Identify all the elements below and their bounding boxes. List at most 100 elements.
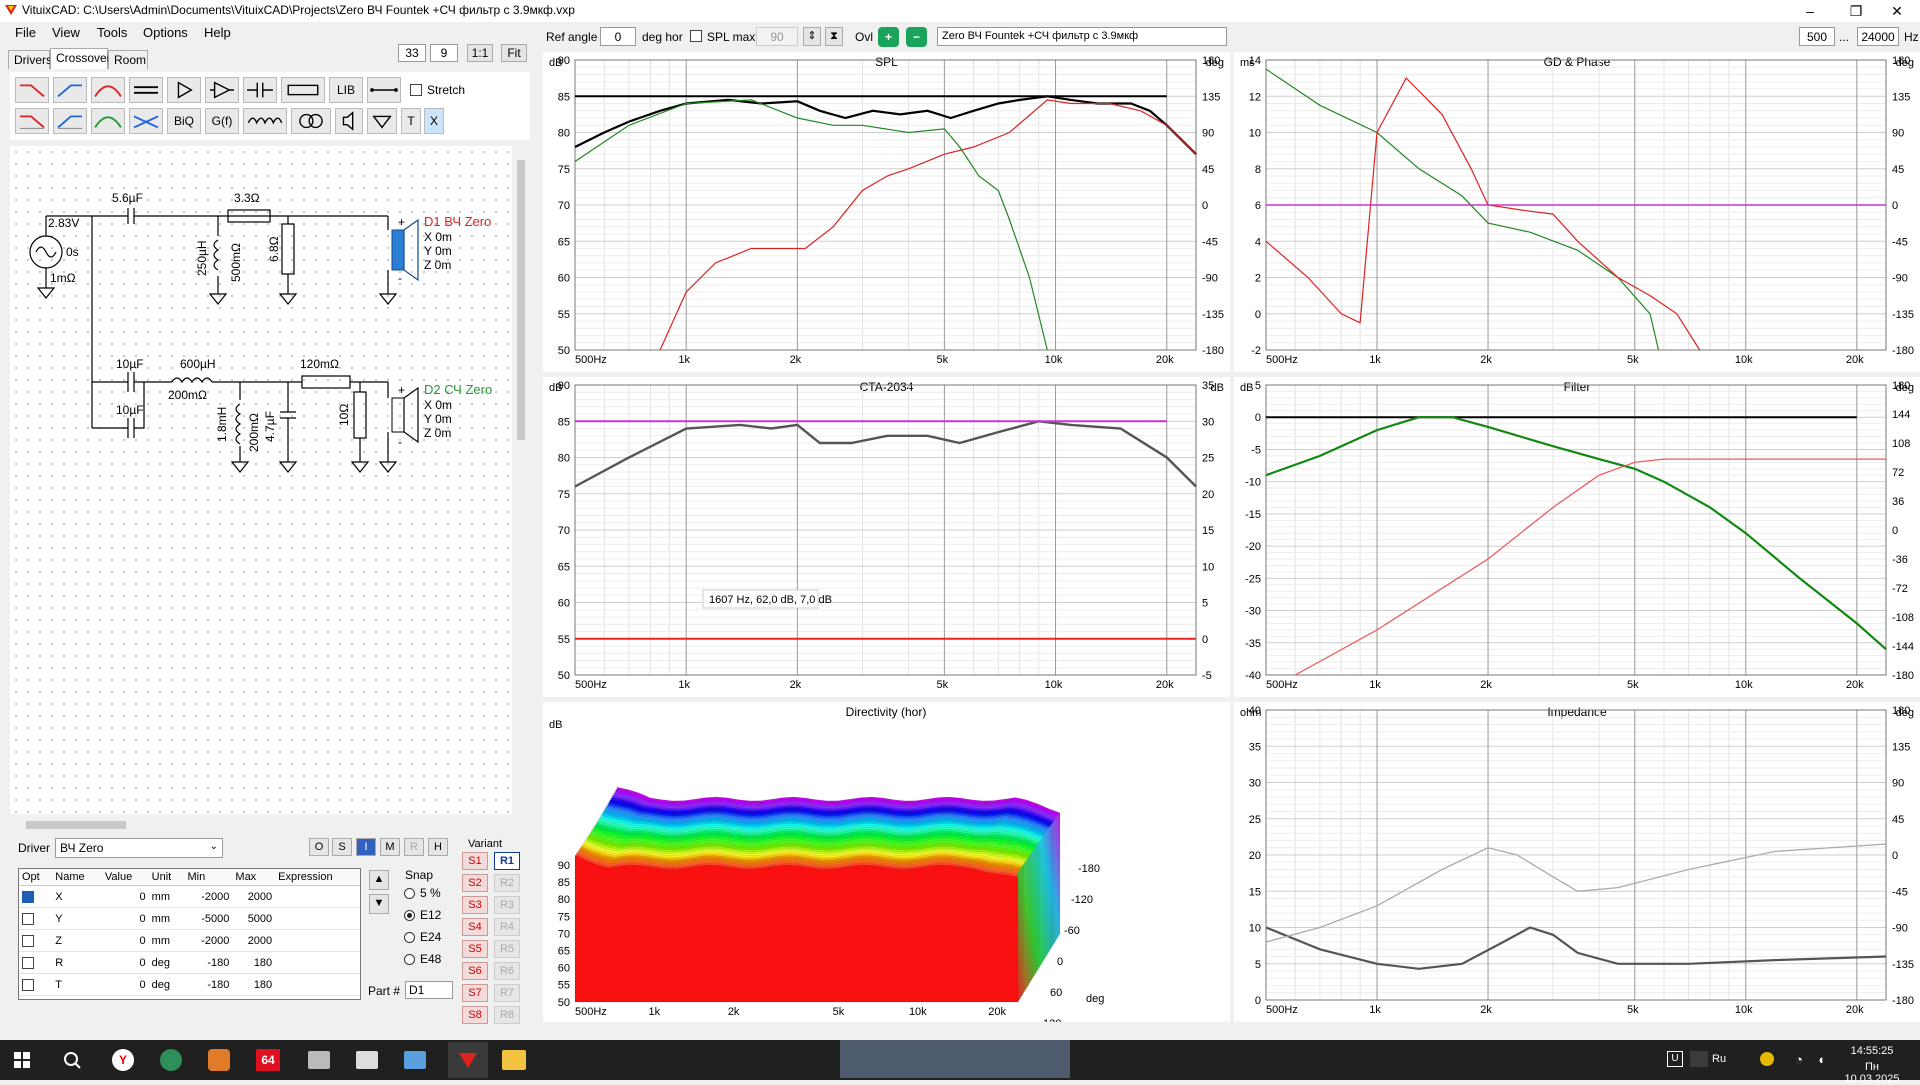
language-indicator[interactable]: Ru <box>1712 1053 1726 1065</box>
param-expression[interactable] <box>275 929 360 952</box>
menu-tools[interactable]: Tools <box>97 25 127 40</box>
menu-view[interactable]: View <box>52 25 80 40</box>
windows-start-icon[interactable] <box>14 1052 30 1068</box>
nvidia-tray-icon[interactable] <box>1690 1051 1708 1067</box>
param-value[interactable]: 0 <box>101 907 149 930</box>
lowpass-2-icon[interactable] <box>15 108 49 134</box>
param-value[interactable]: 0 <box>101 973 149 996</box>
spl-collapse-icon[interactable]: ⧗ <box>825 27 843 46</box>
view-i-button[interactable]: I <box>356 838 376 856</box>
schematic-hscrollbar[interactable] <box>10 818 512 832</box>
freq-max-input[interactable]: 24000 <box>1857 27 1899 46</box>
param-value[interactable]: 0 <box>101 929 149 952</box>
delete-tool-button[interactable]: X <box>424 108 444 134</box>
view-r-button[interactable]: R <box>404 838 424 856</box>
tab-crossover[interactable]: Crossover <box>50 48 111 69</box>
ref-angle-input[interactable]: 0 <box>600 27 636 46</box>
vituixcad-taskbar-button[interactable] <box>448 1042 488 1078</box>
minimize-button[interactable]: – <box>1787 0 1833 22</box>
move-up-button[interactable]: ▲ <box>369 870 389 890</box>
opt-checkbox[interactable] <box>22 890 34 903</box>
driver-select[interactable]: ВЧ Zero ⌄ <box>55 838 223 858</box>
maximize-button[interactable]: ❐ <box>1833 0 1879 22</box>
gd-phase-chart-panel[interactable]: GD & Phase ms deg 14 180 135 90 45 0 -45 -90 -135 -1… <box>1234 52 1920 372</box>
variant-s3-button[interactable]: S3 <box>462 896 488 914</box>
close-button[interactable]: ✕ <box>1874 0 1920 22</box>
param-min[interactable]: -180 <box>184 973 233 996</box>
snap-option-e48[interactable]: E48 <box>404 952 441 966</box>
add-overlay-icon[interactable]: + <box>878 27 899 47</box>
spl-up-down-icon[interactable]: ⇕ <box>803 27 821 46</box>
table-row[interactable]: Y 0 mm -5000 5000 <box>19 907 360 930</box>
inductor-tool-icon[interactable] <box>243 108 287 134</box>
wire-tool-icon[interactable] <box>367 77 401 103</box>
zoom-value-b[interactable]: 9 <box>430 44 458 62</box>
amplifier-icon[interactable] <box>167 77 201 103</box>
spl-chart-panel[interactable]: SPL dB deg 90 180 135 90 45 0 -45 -90 -135 -180 85 80 7… <box>543 52 1230 372</box>
buffer-icon[interactable] <box>205 77 239 103</box>
drive-app-icon[interactable] <box>308 1051 330 1069</box>
stretch-checkbox[interactable] <box>410 84 422 96</box>
biquad-button[interactable]: BiQ <box>167 108 201 134</box>
zoom-fit-button[interactable]: Fit <box>501 44 527 62</box>
clock-date[interactable]: Пн 10.03.2025 <box>1837 1061 1907 1085</box>
menu-help[interactable]: Help <box>204 25 231 40</box>
menu-file[interactable]: File <box>15 25 36 40</box>
param-max[interactable]: 2000 <box>232 885 276 908</box>
remote-app-icon[interactable] <box>404 1051 426 1069</box>
table-row[interactable]: R 0 deg -180 180 <box>19 951 360 974</box>
allpass-icon[interactable] <box>129 77 163 103</box>
remove-overlay-icon[interactable]: − <box>906 27 927 47</box>
variant-s8-button[interactable]: S8 <box>462 1006 488 1024</box>
browser-app-icon[interactable] <box>160 1049 182 1071</box>
param-expression[interactable] <box>275 885 360 908</box>
spl-max-checkbox[interactable] <box>690 30 702 42</box>
search-icon[interactable] <box>62 1050 82 1070</box>
snap-option-e24[interactable]: E24 <box>404 930 441 944</box>
u-tray-icon[interactable]: U <box>1667 1051 1683 1067</box>
ground-tool-icon[interactable] <box>367 108 397 134</box>
transformer-icon[interactable] <box>291 108 331 134</box>
view-o-button[interactable]: O <box>309 838 329 856</box>
variant-r6-button[interactable]: R6 <box>494 962 520 980</box>
table-row[interactable]: Z 0 mm -2000 2000 <box>19 929 360 952</box>
schematic-vscrollbar[interactable] <box>515 146 527 812</box>
tab-room[interactable]: Room <box>108 50 148 69</box>
crossover-icon[interactable] <box>129 108 163 134</box>
spl-max-input[interactable]: 90 <box>756 27 798 46</box>
variant-s7-button[interactable]: S7 <box>462 984 488 1002</box>
variant-r2-button[interactable]: R2 <box>494 874 520 892</box>
table-row[interactable]: T 0 deg -180 180 <box>19 973 360 996</box>
opt-checkbox[interactable] <box>22 956 34 969</box>
file-explorer-icon[interactable] <box>502 1050 526 1070</box>
highpass-2-icon[interactable] <box>53 108 87 134</box>
variant-s6-button[interactable]: S6 <box>462 962 488 980</box>
tab-drivers[interactable]: Drivers <box>8 50 52 69</box>
variant-r5-button[interactable]: R5 <box>494 940 520 958</box>
impedance-chart-panel[interactable]: Impedance ohm deg 40 180 135 90 45 0 -45 -90 -135 -1… <box>1234 702 1920 1022</box>
highpass-icon[interactable] <box>53 77 87 103</box>
variant-s4-button[interactable]: S4 <box>462 918 488 936</box>
window-thumbnails[interactable] <box>840 1040 1070 1078</box>
variant-r8-button[interactable]: R8 <box>494 1006 520 1024</box>
clock-time[interactable]: 14:55:25 <box>1837 1045 1907 1057</box>
freq-min-input[interactable]: 500 <box>1799 27 1835 46</box>
snap-option-5pct[interactable]: 5 % <box>404 886 441 900</box>
param-expression[interactable] <box>275 951 360 974</box>
part-input[interactable]: D1 <box>405 981 453 999</box>
table-row[interactable]: X 0 mm -2000 2000 <box>19 885 360 908</box>
directivity-chart-panel[interactable]: Directivity (hor) dB 90 85 80 75 70 65 60 55 50 500… <box>543 702 1230 1061</box>
param-max[interactable]: 5000 <box>232 907 276 930</box>
speaker-tool-icon[interactable] <box>335 108 363 134</box>
tray-app-icon[interactable] <box>1760 1052 1774 1066</box>
variant-r4-button[interactable]: R4 <box>494 918 520 936</box>
menu-options[interactable]: Options <box>143 25 188 40</box>
schematic-vscroll-thumb[interactable] <box>517 160 525 440</box>
bandpass-2-icon[interactable] <box>91 108 125 134</box>
title-bar[interactable]: VituixCAD: C:\Users\Admin\Documents\Vitu… <box>0 0 1920 22</box>
settings-app-icon[interactable] <box>208 1049 230 1071</box>
param-min[interactable]: -180 <box>184 951 233 974</box>
param-max[interactable]: 180 <box>232 951 276 974</box>
param-value[interactable]: 0 <box>101 951 149 974</box>
param-min[interactable]: -5000 <box>184 907 233 930</box>
